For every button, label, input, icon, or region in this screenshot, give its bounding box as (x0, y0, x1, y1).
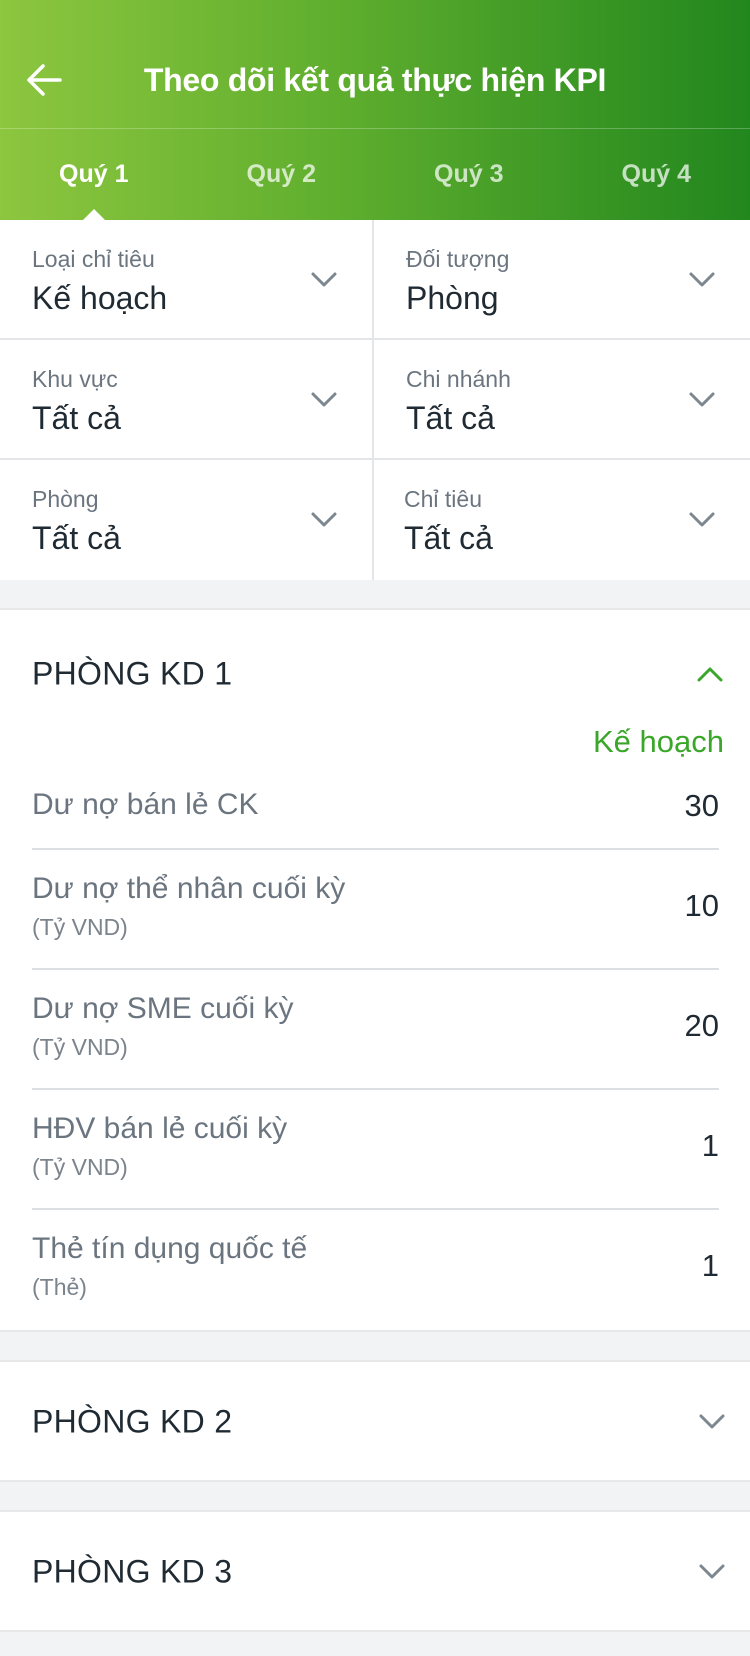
top-bar: Theo dõi kết quả thực hiện KPI (0, 0, 750, 128)
tab-quarter-2[interactable]: Quý 2 (188, 129, 376, 220)
filter-value: Kế hoạch (32, 280, 168, 316)
department-section-kd2[interactable]: PHÒNG KD 2 (0, 1360, 750, 1482)
department-section-kd3[interactable]: PHÒNG KD 3 (0, 1510, 750, 1632)
tab-label: Quý 1 (59, 160, 129, 188)
indicator-type-dropdown[interactable]: Loại chỉ tiêu Kế hoạch (0, 220, 374, 340)
department-dropdown[interactable]: Phòng Tất cả (0, 460, 374, 580)
section-header[interactable]: PHÒNG KD 2 (0, 1362, 750, 1482)
chevron-down-icon (311, 512, 337, 527)
kpi-row: Thẻ tín dụng quốc tế (Thẻ) 1 (32, 1210, 719, 1330)
kpi-value: 1 (701, 1248, 719, 1283)
section-title: PHÒNG KD 3 (32, 1553, 233, 1590)
tab-quarter-3[interactable]: Quý 3 (375, 129, 563, 220)
filter-label: Loại chỉ tiêu (32, 246, 155, 272)
chevron-up-icon (697, 667, 723, 682)
tab-label: Quý 2 (246, 160, 316, 188)
kpi-name: Dư nợ bán lẻ CK (32, 788, 259, 821)
chevron-down-icon (311, 392, 337, 407)
filter-label: Chỉ tiêu (404, 486, 482, 512)
kpi-name: Thẻ tín dụng quốc tế (32, 1232, 308, 1265)
chevron-down-icon (689, 512, 715, 527)
section-header[interactable]: PHÒNG KD 1 (0, 610, 750, 728)
kpi-unit: (Tỷ VND) (32, 914, 128, 940)
kpi-row: HĐV bán lẻ cuối kỳ (Tỷ VND) 1 (32, 1090, 719, 1210)
filter-grid: Loại chỉ tiêu Kế hoạch Đối tượng Phòng K… (0, 220, 750, 580)
app-header: Theo dõi kết quả thực hiện KPI Quý 1 Quý… (0, 0, 750, 221)
object-dropdown[interactable]: Đối tượng Phòng (374, 220, 750, 340)
kpi-unit: (Tỷ VND) (32, 1154, 128, 1180)
kpi-name: Dư nợ SME cuối kỳ (32, 992, 294, 1025)
kpi-unit: (Thẻ) (32, 1274, 87, 1300)
chevron-down-icon (699, 1564, 725, 1579)
filter-value: Tất cả (406, 400, 495, 436)
page-title: Theo dõi kết quả thực hiện KPI (143, 62, 607, 98)
tab-quarter-1[interactable]: Quý 1 (0, 129, 188, 221)
tab-label: Quý 4 (621, 160, 691, 188)
kpi-row: Dư nợ thể nhân cuối kỳ (Tỷ VND) 10 (32, 850, 719, 970)
kpi-value: 30 (684, 788, 719, 823)
region-dropdown[interactable]: Khu vực Tất cả (0, 340, 374, 460)
section-title: PHÒNG KD 1 (32, 655, 233, 692)
chevron-down-icon (311, 272, 337, 287)
branch-dropdown[interactable]: Chi nhánh Tất cả (374, 340, 750, 460)
filter-value: Tất cả (32, 400, 121, 436)
tab-label: Quý 3 (434, 160, 504, 188)
kpi-value: 1 (701, 1128, 719, 1163)
tab-quarter-4[interactable]: Quý 4 (563, 129, 750, 220)
kpi-value: 20 (684, 1008, 719, 1043)
column-header-plan: Kế hoạch (593, 724, 724, 759)
kpi-unit: (Tỷ VND) (32, 1034, 128, 1060)
kpi-value: 10 (684, 888, 719, 923)
department-section-kd1: PHÒNG KD 1 Kế hoạch Dư nợ bán lẻ CK 30 D… (0, 608, 750, 1332)
kpi-row: Dư nợ SME cuối kỳ (Tỷ VND) 20 (32, 970, 719, 1090)
filter-value: Tất cả (404, 520, 493, 556)
filter-label: Khu vực (32, 366, 118, 392)
filter-label: Đối tượng (406, 246, 510, 272)
kpi-row: Dư nợ bán lẻ CK 30 (32, 770, 719, 850)
filter-value: Phòng (406, 280, 499, 316)
filter-value: Tất cả (32, 520, 121, 556)
chevron-down-icon (689, 272, 715, 287)
section-header[interactable]: PHÒNG KD 3 (0, 1512, 750, 1632)
filter-label: Chi nhánh (406, 366, 511, 392)
kpi-name: Dư nợ thể nhân cuối kỳ (32, 872, 346, 905)
filter-label: Phòng (32, 486, 99, 512)
section-title: PHÒNG KD 2 (32, 1403, 233, 1440)
kpi-name: HĐV bán lẻ cuối kỳ (32, 1112, 288, 1145)
chevron-down-icon (689, 392, 715, 407)
quarter-tabs: Quý 1 Quý 2 Quý 3 Quý 4 (0, 129, 750, 221)
indicator-dropdown[interactable]: Chỉ tiêu Tất cả (374, 460, 750, 580)
chevron-down-icon (699, 1414, 725, 1429)
